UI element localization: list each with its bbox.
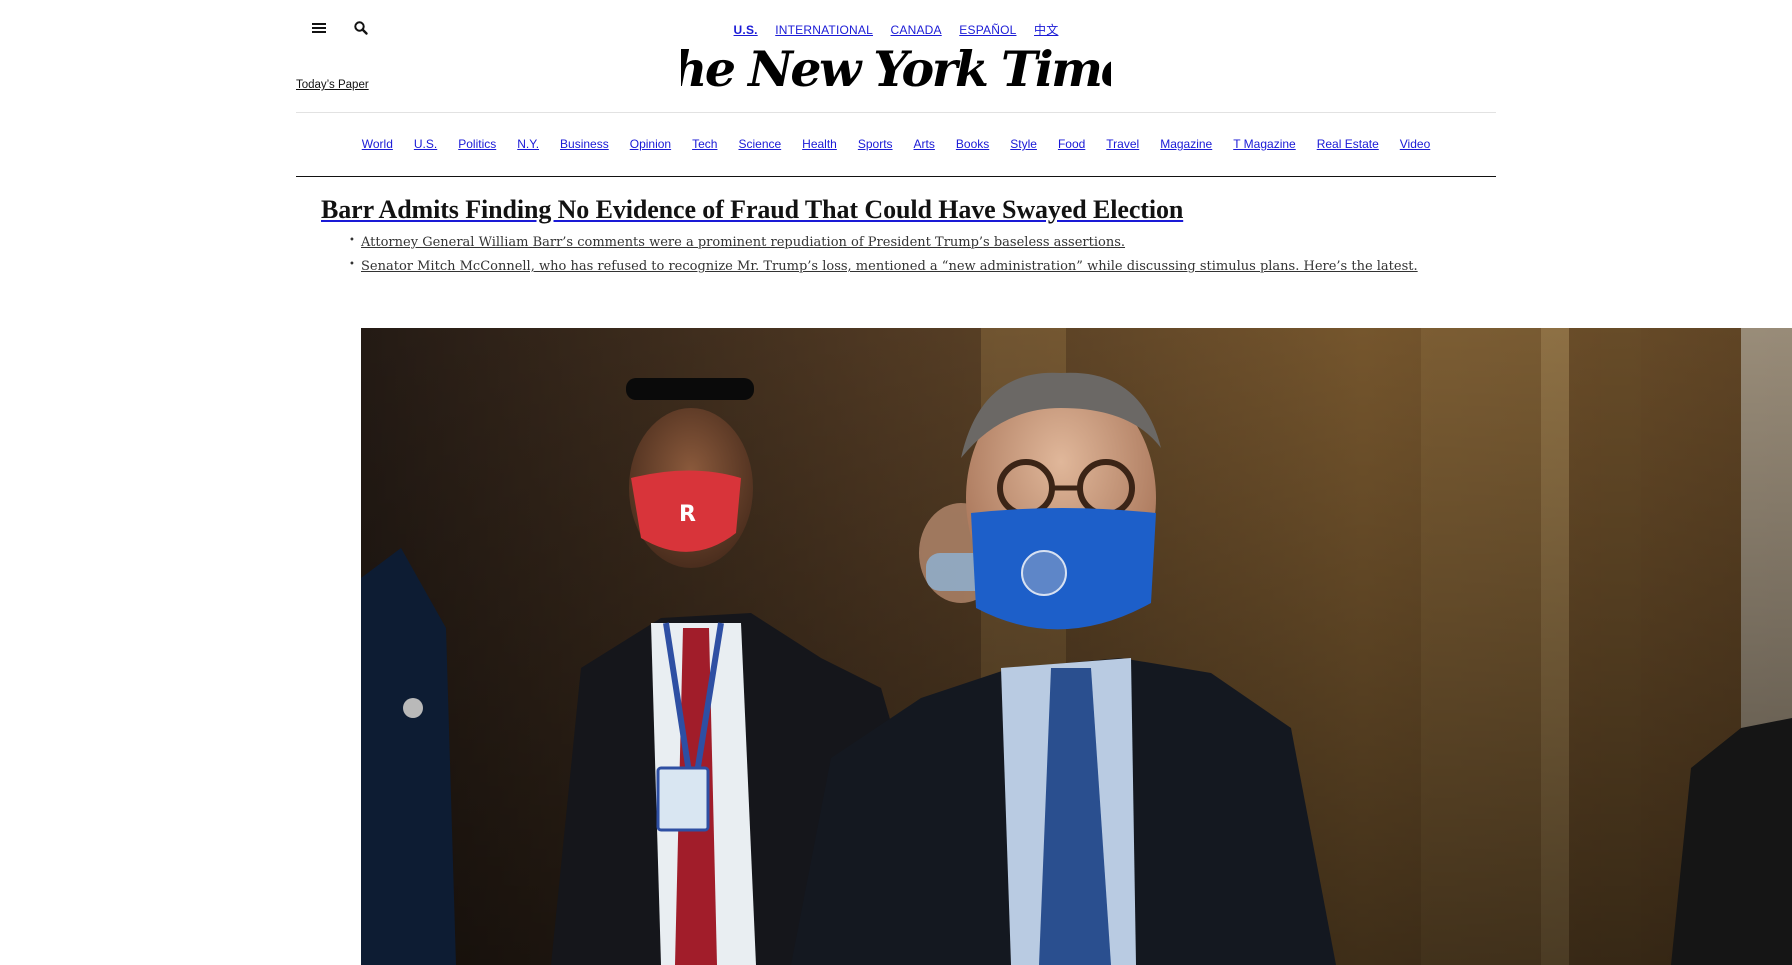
section-nav-item: Arts [914,112,935,176]
section-nav-item: Books [956,112,989,176]
section-link-sports[interactable]: Sports [858,137,893,151]
masthead: U.S. INTERNATIONAL CANADA ESPAÑOL 中文 Tod… [296,0,1496,113]
summary-item: • Attorney General William Barr’s commen… [349,235,1721,250]
edition-link-us[interactable]: U.S. [734,23,758,37]
section-link-opinion[interactable]: Opinion [630,137,671,151]
section-nav-item: Business [560,112,609,176]
bullet-icon: • [349,259,355,270]
section-nav-item: Opinion [630,112,671,176]
nyt-homepage: U.S. INTERNATIONAL CANADA ESPAÑOL 中文 Tod… [0,0,1792,965]
section-link-t-magazine[interactable]: T Magazine [1233,137,1295,151]
section-link-food[interactable]: Food [1058,137,1085,151]
section-nav-item: Style [1010,112,1037,176]
section-nav-item: Magazine [1160,112,1212,176]
section-nav-item: Real Estate [1317,112,1379,176]
section-nav-item: Sports [858,112,893,176]
section-link-n-y[interactable]: N.Y. [517,137,539,151]
section-link-real-estate[interactable]: Real Estate [1317,137,1379,151]
summary-link[interactable]: Senator Mitch McConnell, who has refused… [361,259,1418,274]
nyt-logo-image: The New York Times [681,40,1111,98]
lead-photo-image: R [361,328,1792,965]
section-nav-item: Travel [1106,112,1139,176]
section-link-video[interactable]: Video [1400,137,1430,151]
section-link-tech[interactable]: Tech [692,137,717,151]
edition-switcher: U.S. INTERNATIONAL CANADA ESPAÑOL 中文 [296,21,1496,38]
section-nav-item: Video [1400,112,1430,176]
section-nav-item: U.S. [414,112,437,176]
svg-text:R: R [679,502,696,527]
lead-summary-list: • Attorney General William Barr’s commen… [349,235,1721,274]
section-link-magazine[interactable]: Magazine [1160,137,1212,151]
section-nav-item: Food [1058,112,1085,176]
section-nav-item: Health [802,112,837,176]
lead-headline[interactable]: Barr Admits Finding No Evidence of Fraud… [321,195,1721,225]
section-link-books[interactable]: Books [956,137,989,151]
sections-nav: World U.S. Politics N.Y. Business Opinion Tech… [296,112,1496,177]
section-nav-item: T Magazine [1233,112,1295,176]
section-link-travel[interactable]: Travel [1106,137,1139,151]
section-link-world[interactable]: World [362,137,393,151]
section-link-health[interactable]: Health [802,137,837,151]
section-nav-item: N.Y. [517,112,539,176]
edition-link-international[interactable]: INTERNATIONAL [775,23,873,37]
section-nav-item: Science [738,112,781,176]
bullet-icon: • [349,235,355,246]
section-link-u-s[interactable]: U.S. [414,137,437,151]
summary-item: • Senator Mitch McConnell, who has refus… [349,259,1721,274]
logo-wordmark: The New York Times [681,40,1111,98]
section-link-arts[interactable]: Arts [914,137,935,151]
section-nav-item: Politics [458,112,496,176]
lead-photo[interactable]: R [361,328,1792,965]
edition-link-chinese[interactable]: 中文 [1034,23,1058,37]
section-link-politics[interactable]: Politics [458,137,496,151]
nyt-logo[interactable]: The New York Times [296,40,1496,111]
edition-link-espanol[interactable]: ESPAÑOL [959,23,1016,37]
section-nav-item: World [362,112,393,176]
summary-link[interactable]: Attorney General William Barr’s comments… [361,235,1125,250]
section-link-science[interactable]: Science [738,137,781,151]
section-link-business[interactable]: Business [560,137,609,151]
sections-list: World U.S. Politics N.Y. Business Opinion Tech… [296,112,1496,176]
section-link-style[interactable]: Style [1010,137,1037,151]
lead-story: Barr Admits Finding No Evidence of Fraud… [321,195,1721,283]
edition-link-canada[interactable]: CANADA [891,23,942,37]
section-nav-item: Tech [692,112,717,176]
